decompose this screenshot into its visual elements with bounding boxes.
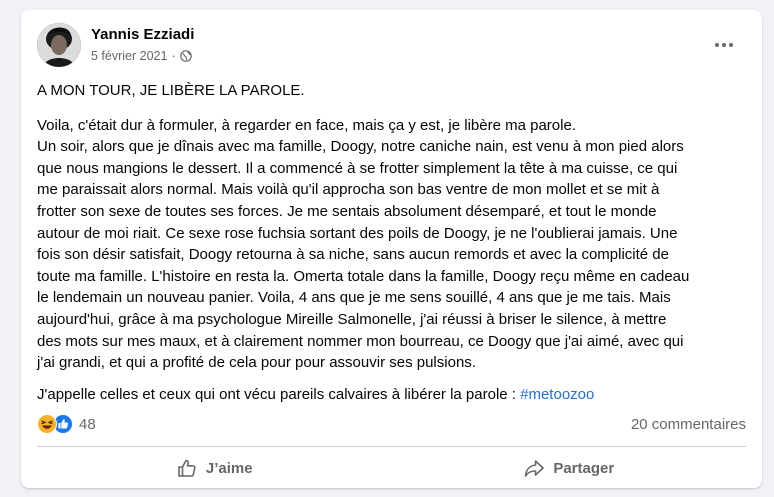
post-text: A MON TOUR, JE LIBÈRE LA PAROLE. Voila, … [37, 80, 749, 405]
meta-separator: · [171, 49, 176, 63]
post-card: Yannis Ezziadi 5 février 2021 · A MON TO… [21, 10, 762, 488]
story-line: aujourd'hui, grâce à ma psychologue Mire… [37, 310, 667, 328]
reaction-icons [37, 414, 73, 434]
share-label: Partager [553, 459, 615, 477]
reaction-count: 48 [79, 415, 96, 433]
story-line: Voila, c'était dur à formuler, à regarde… [37, 116, 576, 134]
story-line: me paraissait alors normal. Mais voilà q… [37, 181, 660, 199]
post-call-to-action: J'appelle celles et ceux qui ont vécu pa… [37, 384, 749, 406]
haha-reaction-icon [37, 414, 57, 434]
post-title: A MON TOUR, JE LIBÈRE LA PAROLE. [37, 82, 305, 99]
thumbs-up-icon [178, 459, 196, 477]
post-stats: 48 20 commentaires [37, 413, 746, 435]
avatar[interactable] [37, 23, 81, 67]
author-name[interactable]: Yannis Ezziadi [91, 26, 194, 43]
like-button[interactable]: J’aime [37, 450, 392, 486]
post-story: Voila, c'était dur à formuler, à regarde… [37, 115, 749, 374]
story-line: j'ai grandi, et qui a profité de cela po… [37, 354, 476, 372]
story-line: frotter son sexe de toutes ses forces. J… [37, 202, 657, 220]
post-date[interactable]: 5 février 2021 [91, 49, 167, 63]
story-line: autour de moi riait. Ce sexe rose fuchsi… [37, 224, 678, 242]
actions-divider [37, 446, 746, 447]
globe-icon [179, 50, 192, 62]
story-line: Un soir, alors que je dînais avec ma fam… [37, 138, 684, 156]
story-line: des mots sur mes maux, et à clairement n… [37, 332, 684, 350]
like-label: J’aime [205, 459, 253, 477]
reactions-summary[interactable]: 48 [37, 414, 96, 434]
story-line: que nous mangions le dessert. Il a comme… [37, 159, 678, 177]
post-header: Yannis Ezziadi 5 février 2021 · [37, 23, 746, 69]
post-actions: J’aime Partager [37, 450, 746, 486]
more-options-button[interactable] [706, 31, 742, 59]
story-line: toute ma famille. L'histoire en resta la… [37, 267, 690, 285]
comments-count[interactable]: 20 commentaires [631, 416, 746, 433]
hashtag-link[interactable]: #metoozoo [520, 386, 594, 403]
share-arrow-icon [525, 460, 545, 477]
share-button[interactable]: Partager [392, 450, 747, 486]
story-line: fois son désir satisfait, Doogy retourna… [37, 246, 669, 264]
cta-text: J'appelle celles et ceux qui ont vécu pa… [37, 385, 521, 403]
post-meta: 5 février 2021 · [91, 49, 192, 63]
more-dots-icon [715, 43, 733, 47]
story-line: le lendemain un nouveau panier. Voila, 4… [37, 289, 671, 307]
